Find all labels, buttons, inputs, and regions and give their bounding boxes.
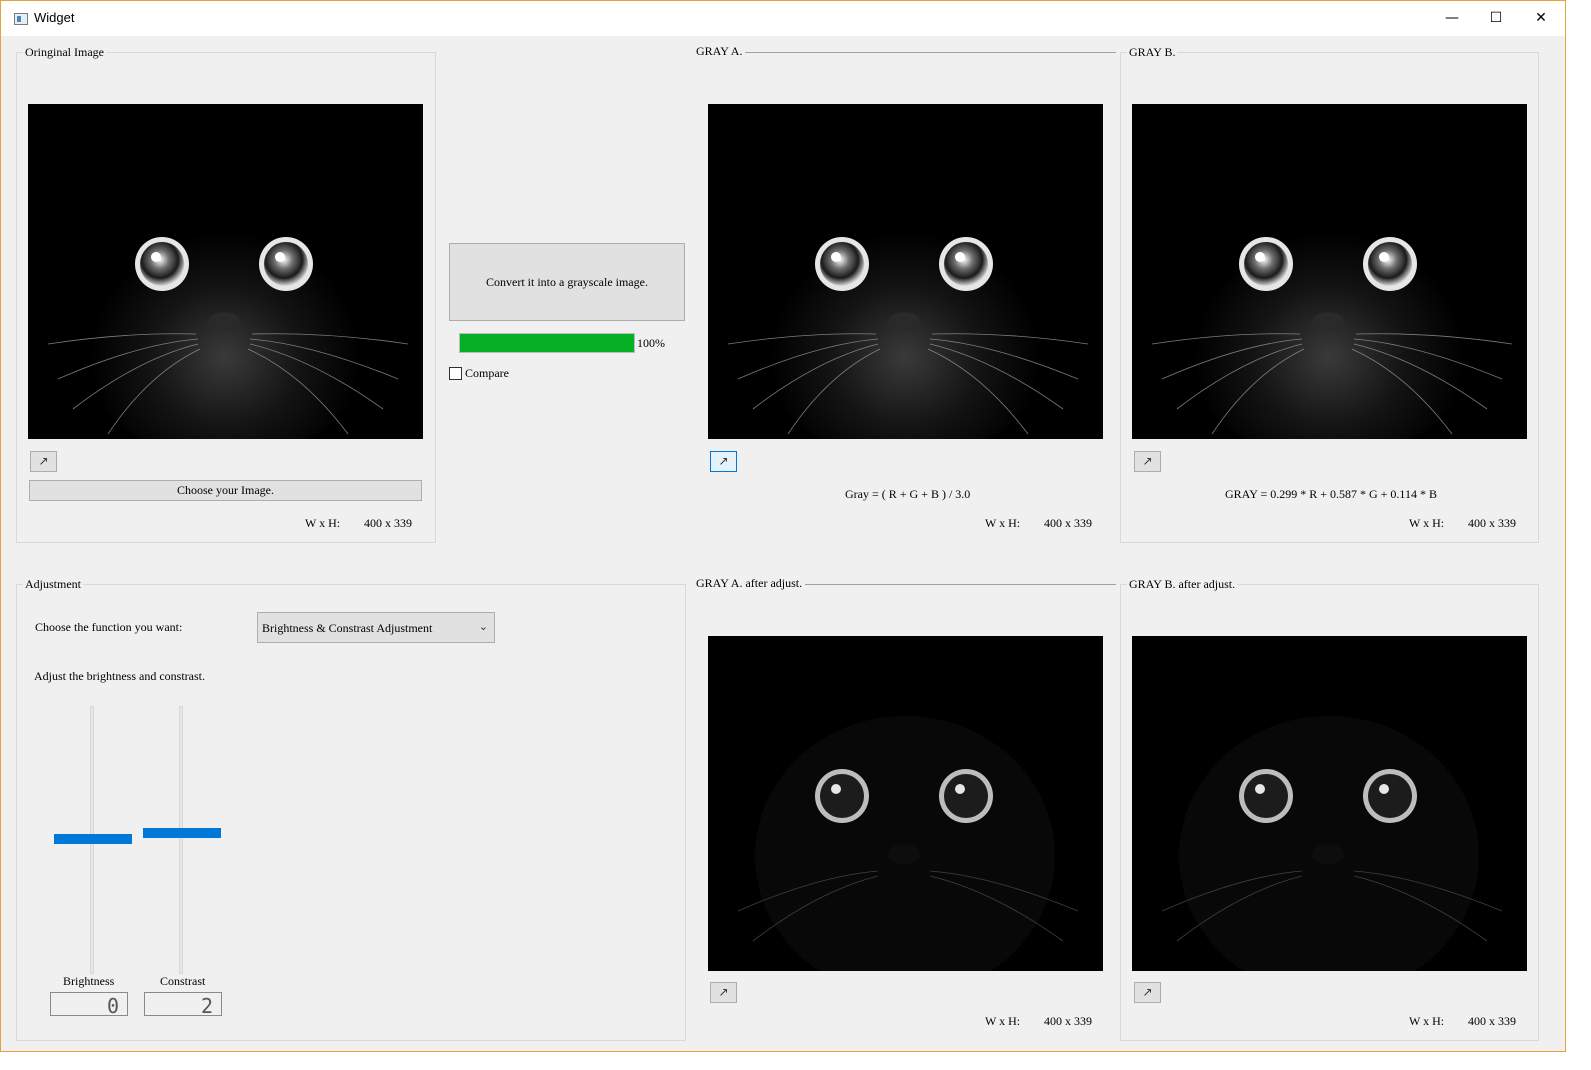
contrast-slider-groove[interactable]: [179, 706, 183, 974]
choose-image-button[interactable]: Choose your Image.: [29, 480, 422, 501]
original-image-title: Oringinal Image: [23, 45, 106, 60]
gray-a-title: GRAY A.: [696, 44, 746, 59]
compare-checkbox[interactable]: [449, 367, 462, 380]
choose-function-label: Choose the function you want:: [35, 620, 183, 634]
expand-gray-a-icon[interactable]: ↗: [710, 451, 737, 472]
gray-b-image: [1132, 104, 1527, 439]
gray-b-size-value: 400 x 339: [1468, 516, 1516, 530]
gray-b-size-label: W x H:: [1409, 516, 1445, 530]
gray-a-image: [708, 104, 1103, 439]
gray-b-adj-size-value: 400 x 339: [1468, 1014, 1516, 1028]
gray-a-size-value: 400 x 339: [1044, 516, 1092, 530]
contrast-lcd: 2: [144, 992, 222, 1018]
chevron-down-icon: ⌄: [478, 620, 488, 633]
maximize-button[interactable]: ☐: [1473, 1, 1519, 36]
minimize-button[interactable]: —: [1429, 1, 1475, 36]
function-select-value: Brightness & Constrast Adjustment: [262, 621, 433, 635]
brightness-label: Brightness: [63, 974, 115, 988]
adjustment-title: Adjustment: [23, 577, 83, 592]
convert-grayscale-button[interactable]: Convert it into a grayscale image.: [449, 243, 685, 321]
brightness-slider-handle[interactable]: [54, 834, 132, 844]
contrast-slider-handle[interactable]: [143, 828, 221, 838]
adjustment-group: Adjustment: [16, 577, 686, 1041]
gray-b-formula: GRAY = 0.299 * R + 0.587 * G + 0.114 * B: [1225, 487, 1437, 501]
original-image: [28, 104, 423, 439]
gray-b-adj-size-label: W x H:: [1409, 1014, 1445, 1028]
expand-gray-b-adj-icon[interactable]: ↗: [1134, 982, 1161, 1003]
gray-a-formula: Gray = ( R + G + B ) / 3.0: [845, 487, 971, 501]
brightness-lcd: 0: [50, 992, 128, 1018]
original-size-label: W x H:: [305, 516, 341, 530]
gray-a-adj-title: GRAY A. after adjust.: [696, 576, 806, 591]
gray-a-adj-size-label: W x H:: [985, 1014, 1021, 1028]
compare-label: Compare: [465, 366, 509, 380]
gray-b-title: GRAY B.: [1127, 45, 1178, 60]
expand-original-icon[interactable]: ↗: [30, 451, 57, 472]
window-title: Widget: [34, 10, 75, 25]
app-icon: [14, 13, 28, 25]
original-size-value: 400 x 339: [364, 516, 412, 530]
expand-gray-b-icon[interactable]: ↗: [1134, 451, 1161, 472]
function-select[interactable]: Brightness & Constrast Adjustment ⌄: [257, 612, 495, 643]
brightness-value: 0: [106, 994, 119, 1018]
gray-b-adj-title: GRAY B. after adjust.: [1127, 577, 1238, 592]
gray-a-divider: [696, 52, 1116, 53]
contrast-label: Constrast: [160, 974, 206, 988]
expand-gray-a-adj-icon[interactable]: ↗: [710, 982, 737, 1003]
main-window: Widget — ☐ ✕ Oringinal Image ↗ Choose yo…: [0, 0, 1566, 1052]
adjust-hint: Adjust the brightness and constrast.: [34, 669, 205, 683]
close-button[interactable]: ✕: [1518, 1, 1564, 36]
gray-a-size-label: W x H:: [985, 516, 1021, 530]
progress-text: 100%: [637, 336, 665, 350]
gray-a-adj-image: [708, 636, 1103, 971]
contrast-value: 2: [200, 994, 213, 1018]
title-bar: Widget — ☐ ✕: [1, 1, 1565, 36]
progress-fill: [460, 334, 634, 352]
convert-progress-bar: [459, 333, 635, 353]
gray-b-adj-image: [1132, 636, 1527, 971]
gray-a-adj-size-value: 400 x 339: [1044, 1014, 1092, 1028]
